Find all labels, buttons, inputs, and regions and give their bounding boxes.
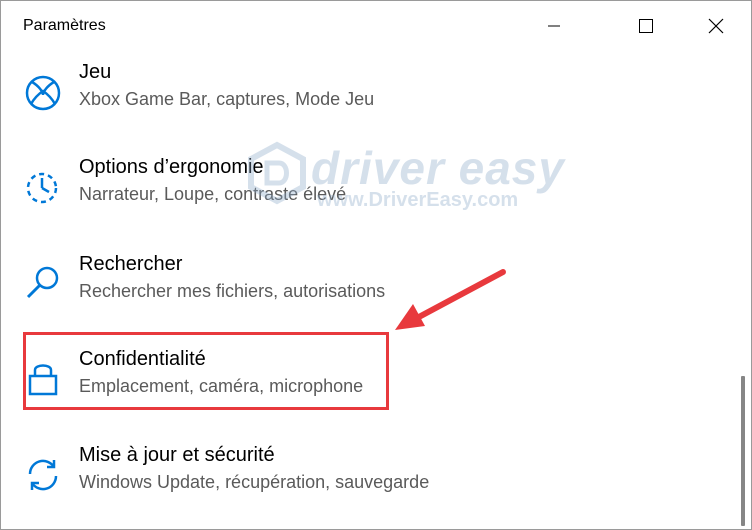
close-icon xyxy=(708,18,724,34)
settings-item-description: Xbox Game Bar, captures, Mode Jeu xyxy=(79,89,375,109)
settings-item-update-security[interactable]: Mise à jour et sécurité Windows Update, … xyxy=(1,444,721,524)
settings-item-label: Rechercher xyxy=(79,253,183,275)
settings-item-description: Windows Update, récupération, sauvegarde xyxy=(79,472,430,492)
settings-item-description: Narrateur, Loupe, contraste élevé xyxy=(79,184,347,204)
xbox-icon xyxy=(25,75,61,111)
close-button[interactable] xyxy=(693,1,739,51)
settings-item-description: Rechercher mes fichiers, autorisations xyxy=(79,281,386,301)
minimize-icon xyxy=(548,25,560,27)
sync-icon xyxy=(28,459,58,491)
settings-window: Paramètres Jeu Xbox Game Bar, captures, … xyxy=(0,0,752,530)
annotation-arrow-icon xyxy=(395,269,506,330)
settings-item-label: Options d’ergonomie xyxy=(79,156,264,178)
minimize-button[interactable] xyxy=(531,1,577,51)
settings-item-search[interactable]: Rechercher Rechercher mes fichiers, auto… xyxy=(1,253,721,333)
window-title: Paramètres xyxy=(23,17,106,34)
maximize-icon xyxy=(639,19,653,33)
settings-item-label: Jeu xyxy=(79,61,112,83)
maximize-button[interactable] xyxy=(623,1,669,51)
settings-item-ease-of-access[interactable]: Options d’ergonomie Narrateur, Loupe, co… xyxy=(1,156,721,236)
title-bar: Paramètres xyxy=(1,1,751,51)
ease-of-access-icon xyxy=(26,172,58,204)
settings-item-gaming[interactable]: Jeu Xbox Game Bar, captures, Mode Jeu xyxy=(1,61,721,141)
settings-item-label: Mise à jour et sécurité xyxy=(79,444,275,466)
highlight-box xyxy=(23,332,389,410)
search-icon xyxy=(26,266,59,299)
scrollbar[interactable] xyxy=(741,376,745,526)
